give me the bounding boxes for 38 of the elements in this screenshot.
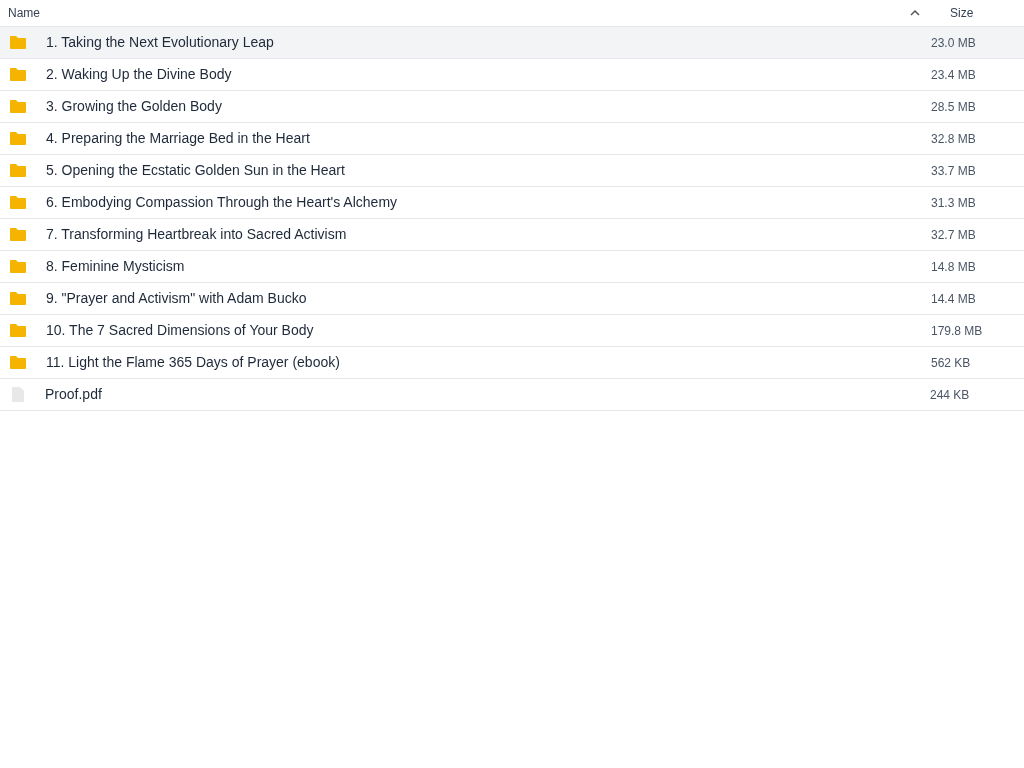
folder-icon xyxy=(9,35,27,50)
folder-icon xyxy=(9,355,27,370)
folder-icon xyxy=(9,67,27,82)
folder-icon xyxy=(9,323,27,338)
file-size: 32.8 MB xyxy=(931,130,976,148)
file-size: 14.4 MB xyxy=(931,290,976,308)
folder-icon xyxy=(9,99,27,114)
folder-icon xyxy=(9,195,27,210)
column-header[interactable]: Size xyxy=(950,4,974,22)
file-name: Proof.pdf xyxy=(45,385,103,404)
file-size: 32.7 MB xyxy=(931,226,976,244)
file-size: 31.3 MB xyxy=(931,194,976,212)
file-size: 244 KB xyxy=(930,386,970,404)
file-name: 7. Transforming Heartbreak into Sacred Activism xyxy=(46,225,348,244)
folder-icon xyxy=(9,227,27,242)
file-size: 33.7 MB xyxy=(931,162,976,180)
file-name: 11. Light the Flame 365 Days of Prayer (ebook) xyxy=(46,353,341,372)
file-name: 9. "Prayer and Activism" with Adam Bucko xyxy=(46,289,308,308)
file-size: 14.8 MB xyxy=(931,258,976,276)
file-name: 3. Growing the Golden Body xyxy=(46,97,223,116)
folder-icon xyxy=(9,131,27,146)
column-header[interactable]: Name xyxy=(0,4,910,22)
file-name: 8. Feminine Mysticism xyxy=(46,257,186,276)
file-row[interactable]: 1. Taking the Next Evolutionary Leap 23.0 MB xyxy=(0,27,1024,59)
file-name: 10. The 7 Sacred Dimensions of Your Body xyxy=(46,321,315,340)
folder-icon xyxy=(9,291,27,306)
file-size: 23.0 MB xyxy=(931,34,976,52)
file-name: 6. Embodying Compassion Through the Heart's Alchemy xyxy=(46,193,399,212)
file-size: 179.8 MB xyxy=(931,322,983,340)
file-size: 28.5 MB xyxy=(931,98,976,116)
file-name: 2. Waking Up the Divine Body xyxy=(46,65,233,84)
file-size: 562 KB xyxy=(931,354,971,372)
folder-icon xyxy=(9,259,27,274)
file-size: 23.4 MB xyxy=(931,66,976,84)
file-name: 1. Taking the Next Evolutionary Leap xyxy=(46,33,275,52)
file-name: 5. Opening the Ecstatic Golden Sun in the Heart xyxy=(46,161,346,180)
folder-icon xyxy=(9,163,27,178)
file-name: 4. Preparing the Marriage Bed in the Heart xyxy=(46,129,311,148)
